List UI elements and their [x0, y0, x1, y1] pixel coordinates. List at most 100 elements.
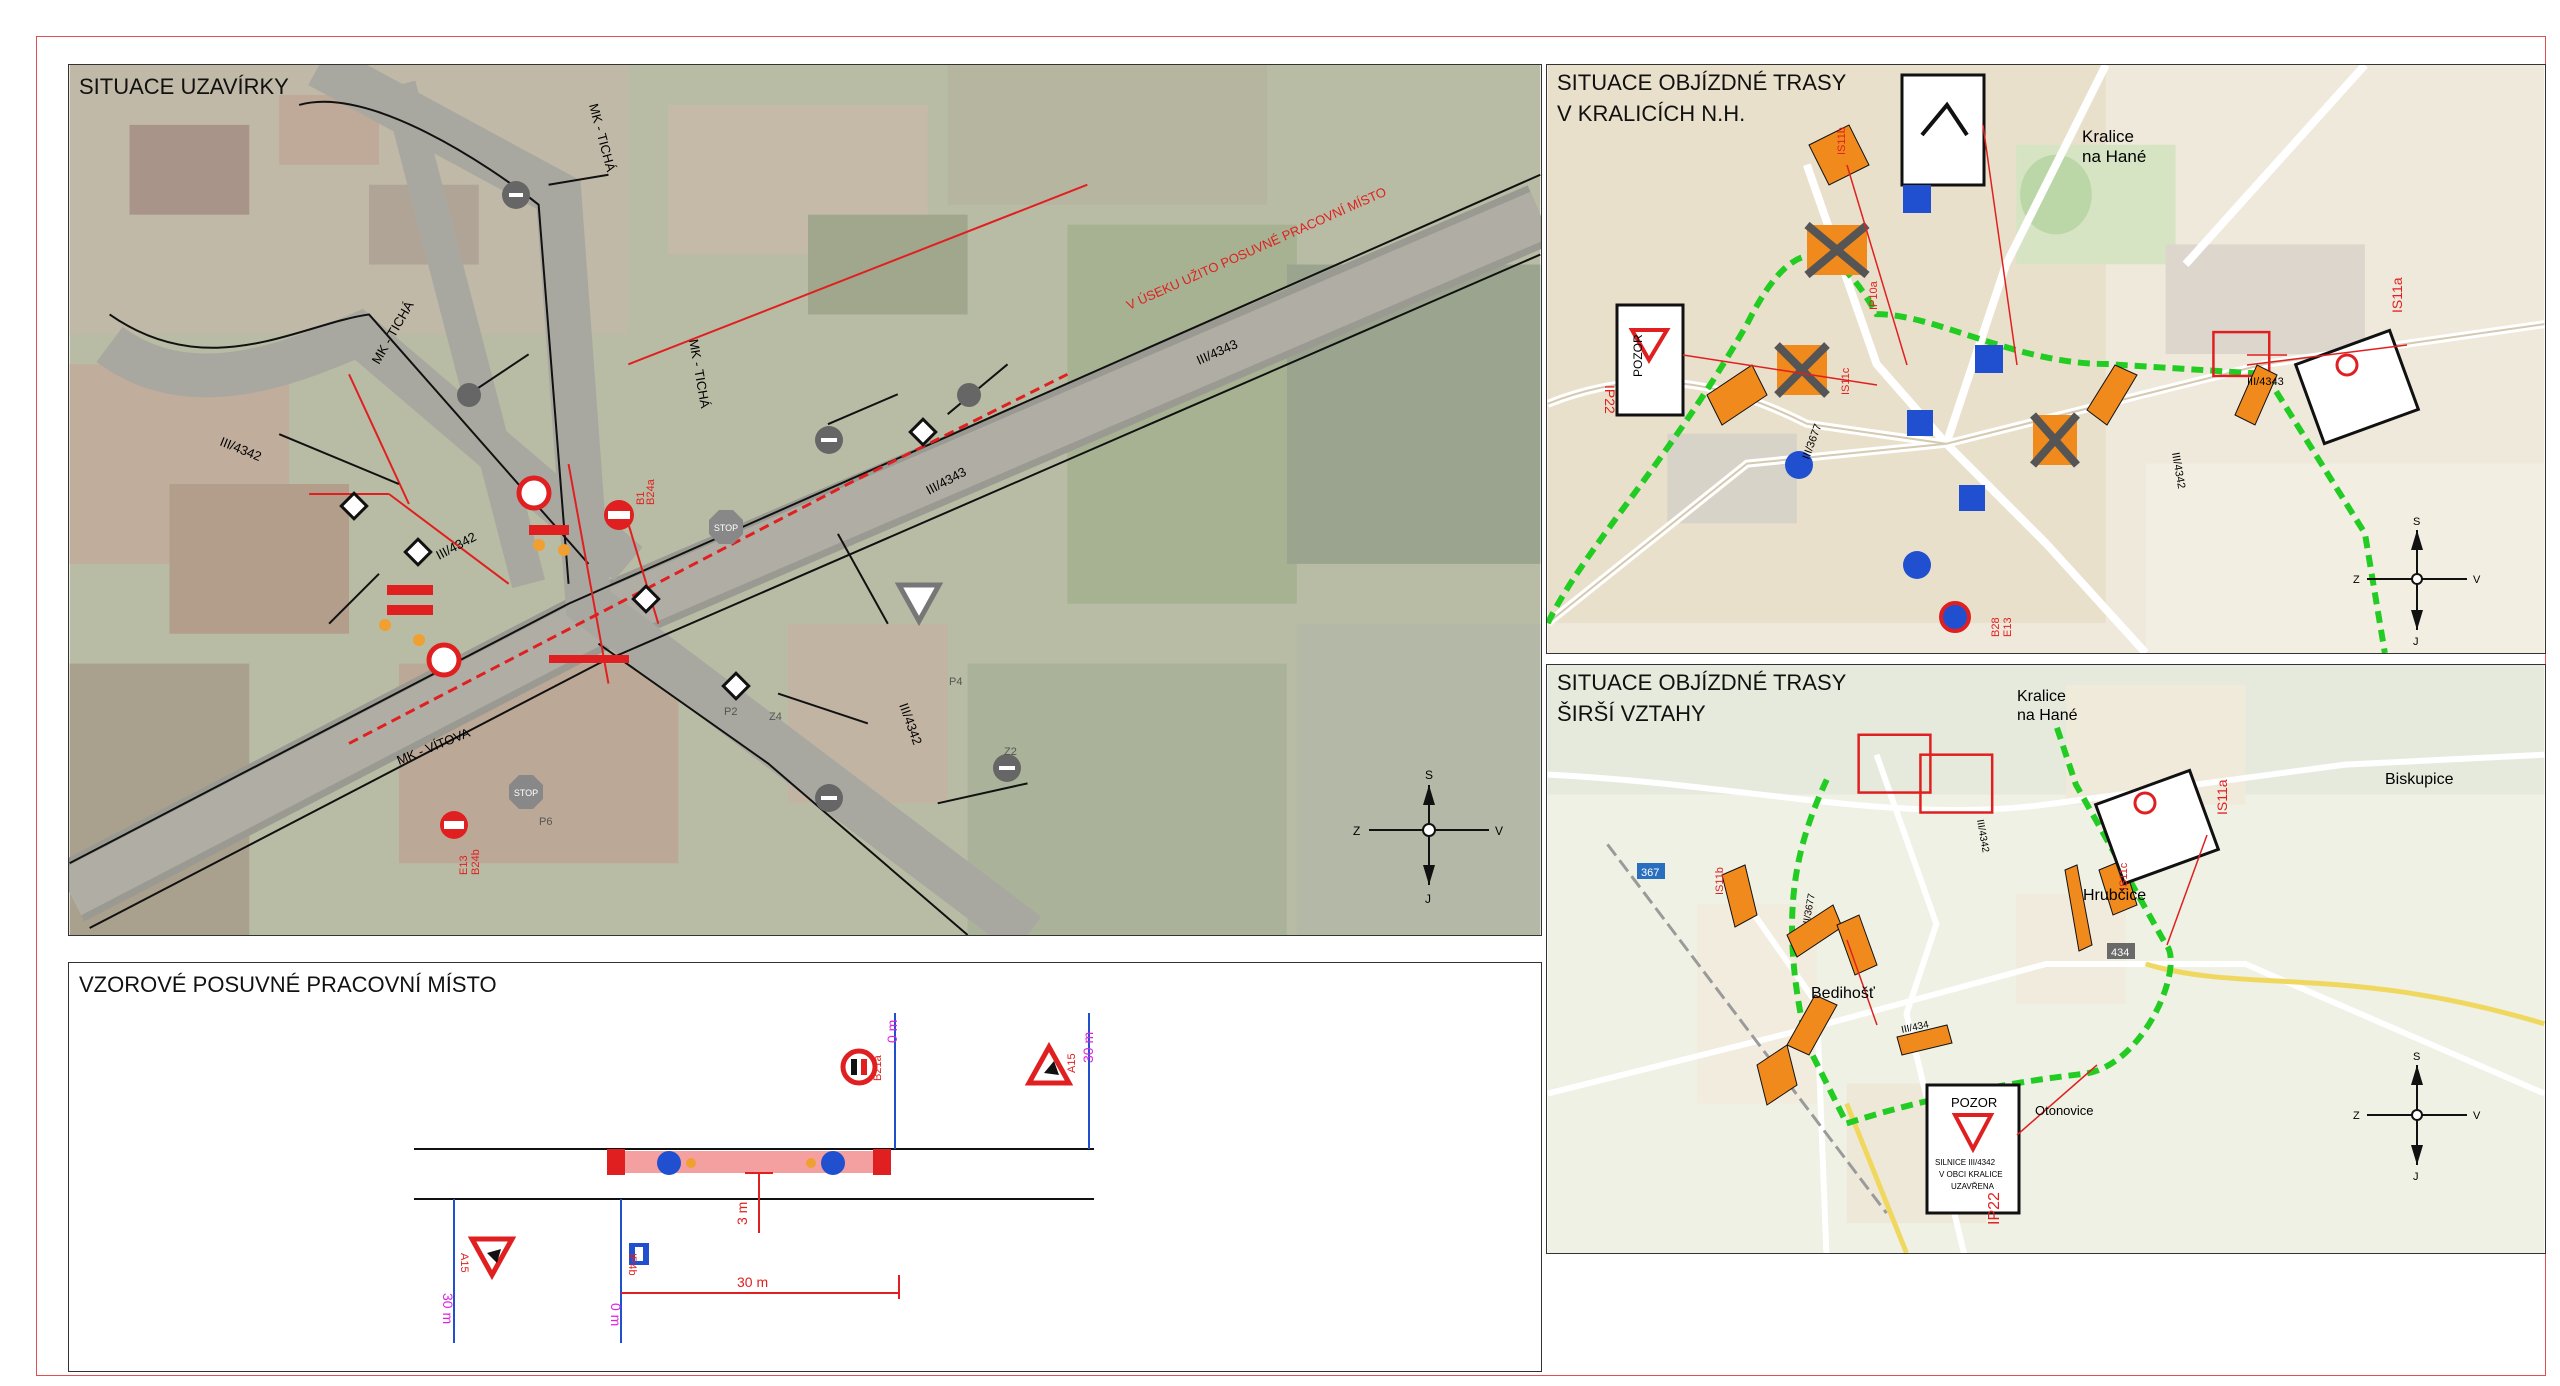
road-label-iii4342-south: III/4342	[896, 701, 925, 747]
detour-sign-icon	[2086, 364, 2138, 426]
sign-code-label: IS11c	[2118, 862, 2130, 890]
road-label-iii4342-middle: III/4342	[433, 529, 478, 563]
sign-label-a15-bottom: A15	[458, 1253, 470, 1273]
wide-overlay: 367 434 III/4342 III/3677 III/434 POZOR …	[1637, 768, 2481, 1225]
ip22-line-1: SILNICE III/4342	[1935, 1158, 1996, 1167]
sign-code-label: E13	[458, 855, 470, 875]
place-label-bedihost: Bedihošť	[1811, 985, 1875, 1002]
road-label-iii4342: III/4342	[2169, 451, 2187, 489]
main-road-sign-icon	[721, 671, 751, 701]
compass-east: V	[1495, 824, 1503, 838]
sign-code-label: IS11a	[2389, 277, 2405, 313]
sign-code-label: P2	[724, 706, 737, 718]
road-label-mk-ticha-south: MK - TICHÁ	[686, 338, 713, 410]
sign-code-label: IP22	[1602, 385, 1618, 414]
sign-code-label: IS11c	[1840, 367, 1852, 395]
compass-north: S	[2413, 516, 2420, 528]
sample-panel-title: VZOROVÉ POSUVNÉ PRACOVNÍ MÍSTO	[79, 972, 497, 997]
road-label-iii4343: III/4343	[2247, 376, 2284, 388]
ip22-warning-board-icon	[1615, 303, 1685, 417]
crossed-detour-sign-icon	[1804, 221, 1870, 279]
main-road-sign-icon	[631, 584, 661, 614]
detour-kralice-panel: SITUACE OBJÍZDNÉ TRASY V KRALICÍCH N.H. …	[1546, 64, 2546, 654]
compass-rose: S J Z V	[2353, 1051, 2481, 1183]
sign-code-label: P6	[539, 816, 552, 828]
ip22-board-icon	[2293, 328, 2421, 446]
detour-arrow-sign-icon	[457, 383, 481, 407]
compass-west: Z	[1353, 824, 1360, 838]
detour-wide-title: SITUACE OBJÍZDNÉ TRASY ŠIRŠÍ VZTAHY	[1557, 670, 1847, 726]
compass-west: Z	[2353, 574, 2360, 586]
sign-code-label: IS11a	[2214, 779, 2230, 815]
compass-north: S	[1425, 768, 1433, 782]
detour-sign-icon	[2064, 864, 2093, 952]
road-label-iii3677: III/3677	[1801, 422, 1825, 461]
ip22-line-3: UZAVŘENA	[1951, 1182, 1995, 1191]
sign-code-label: Z4	[769, 711, 782, 723]
detour-sign-icon	[2234, 364, 2278, 426]
svg-text:STOP: STOP	[714, 523, 738, 533]
main-road-sign-icon	[403, 537, 433, 567]
sign-code-label: Z2	[1004, 746, 1017, 758]
distance-0m-top: 0 m	[884, 1020, 900, 1043]
closure-overlay: III/4342 III/4342 III/4343 III/4343 III/…	[218, 102, 1503, 906]
sign-code-label: B28	[1990, 617, 2002, 637]
give-way-sign-icon	[894, 582, 944, 627]
sign-code-label: IP10a	[1868, 280, 1880, 310]
ip22-board-icon	[1900, 73, 1986, 187]
sign-label-ip4b: IP4b	[626, 1253, 638, 1276]
crossed-detour-sign-icon	[2029, 412, 2081, 468]
dimension-3m-label: 3 m	[734, 1202, 750, 1225]
detour-sign-icon	[1756, 1044, 1798, 1106]
detour-arrow-sign-icon	[815, 426, 843, 454]
kralice-overlay: POZOR III/3677 III/4342 III/4343 IS11b I…	[1602, 73, 2481, 648]
closure-situation-panel: SITUACE UZAVÍRKY III/4342 III/4342 III/4…	[68, 64, 1542, 936]
detour-sign-icon	[1706, 364, 1768, 426]
ip22-line-2: V OBCI KRALICE	[1939, 1170, 2003, 1179]
sign-code-label: IP22	[1986, 1192, 2003, 1225]
sample-diagram: B21a 0 m A15 30 m A15 30 m IP4b 0 m 30 m	[414, 1013, 1096, 1343]
detour-sign-icon	[1721, 864, 1758, 928]
compass-north: S	[2413, 1051, 2420, 1063]
detour-wide-panel: SITUACE OBJÍZDNÉ TRASY ŠIRŠÍ VZTAHY Kral…	[1546, 664, 2546, 1254]
distance-30m-top: 30 m	[1080, 1032, 1096, 1063]
no-parking-sign-icon	[1939, 601, 1971, 633]
sign-code-label: P4	[949, 676, 962, 688]
barrier-icon	[529, 525, 570, 556]
road-badge-367: 367	[1641, 867, 1659, 879]
compass-west: Z	[2353, 1110, 2360, 1122]
compass-east: V	[2473, 574, 2481, 586]
road-label-iii4343-east: III/4343	[1194, 336, 1240, 367]
detour-arrow-sign-icon	[815, 784, 843, 812]
distance-30m-bottom: 30 m	[440, 1293, 456, 1324]
no-entry-sign-icon	[426, 642, 462, 678]
compass-south: J	[2413, 1171, 2419, 1183]
compass-south: J	[2413, 636, 2419, 648]
place-label-kralice: Kralice na Hané	[2082, 127, 2147, 166]
sign-code-label: E13	[2002, 617, 2014, 637]
compass-south: J	[1425, 892, 1431, 906]
road-label-mk-ticha-north: MK - TICHÁ	[586, 102, 619, 174]
closure-panel-title: SITUACE UZAVÍRKY	[79, 74, 289, 99]
compass-east: V	[2473, 1110, 2481, 1122]
sign-label-b21a: B21a	[872, 1054, 884, 1081]
no-entry-sign-icon	[516, 475, 552, 511]
place-label-otonovice: Otonovice	[2035, 1103, 2094, 1118]
road-label-iii4342-west: III/4342	[218, 434, 264, 464]
detour-sign-icon	[1786, 994, 1838, 1056]
place-label-hrubcice: Hrubčice	[2083, 887, 2147, 904]
svg-text:STOP: STOP	[514, 788, 538, 798]
info-sign-icon	[1907, 410, 1933, 436]
main-road-sign-icon	[908, 417, 938, 447]
main-road-sign-icon	[339, 491, 369, 521]
road-label-iii4342: III/4342	[1974, 819, 1991, 854]
road-label-mk-vitova: MK - VÍTOVA	[395, 725, 473, 768]
barrier-icon	[379, 585, 433, 646]
sample-workzone-panel: VZOROVÉ POSUVNÉ PRACOVNÍ MÍSTO B21a 0 m …	[68, 962, 1542, 1372]
distance-0m-bottom: 0 m	[608, 1303, 624, 1326]
closure-note: V ÚSEKU UŽITO POSUVNÉ PRACOVNÍ MÍSTO	[1124, 184, 1388, 313]
detour-arrow-sign-icon	[502, 181, 530, 209]
no-entry-sign-icon	[604, 500, 634, 530]
stop-sign-icon: STOP	[709, 510, 743, 544]
stop-sign-icon: STOP	[509, 775, 543, 809]
